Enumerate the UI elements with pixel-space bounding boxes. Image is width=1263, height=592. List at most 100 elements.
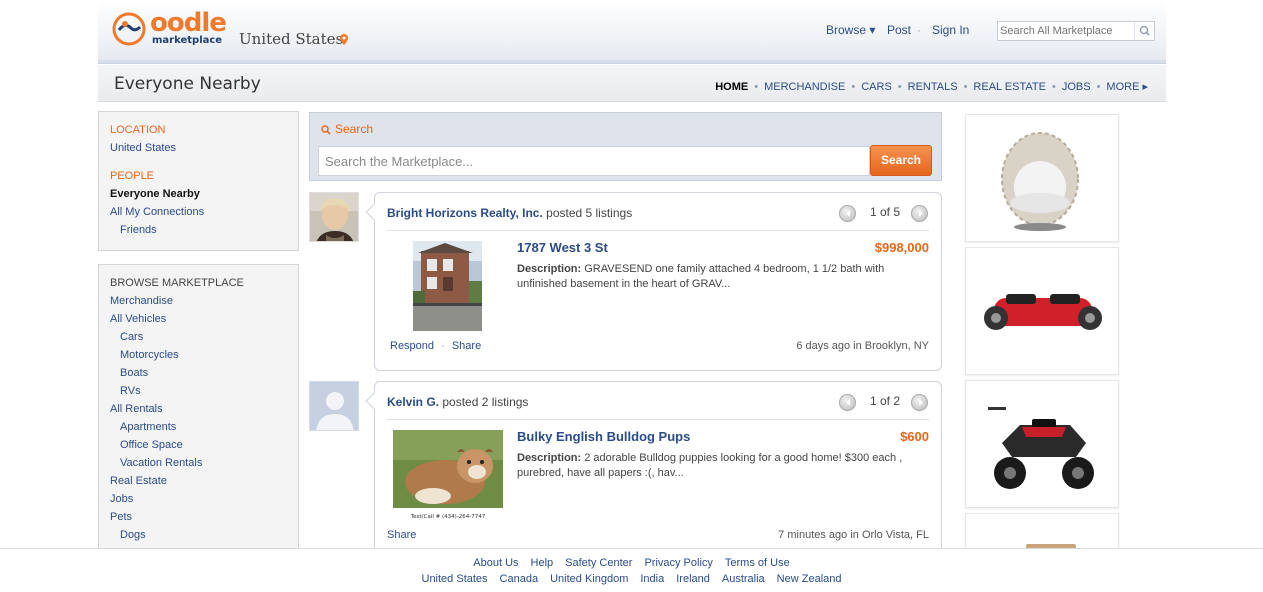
browse-cars[interactable]: Cars (120, 331, 143, 343)
browse-office-space[interactable]: Office Space (120, 439, 183, 451)
posted-count: posted 2 listings (442, 395, 529, 409)
country-australia[interactable]: Australia (722, 573, 765, 585)
card-pointer (365, 203, 383, 221)
browse-jobs[interactable]: Jobs (110, 493, 133, 505)
listing-thumbnail[interactable]: Text/Call # (434)-264-7747 (393, 430, 503, 522)
listing-title[interactable]: Bulky English Bulldog Pups (517, 429, 690, 444)
country-us[interactable]: United States (422, 573, 488, 585)
browse-boats[interactable]: Boats (120, 367, 148, 379)
listing-price: $600 (900, 429, 929, 444)
avatar[interactable] (309, 192, 359, 242)
ad-atv[interactable] (965, 380, 1119, 508)
chevron-left-icon (846, 399, 850, 406)
site-header: oodle marketplace United States Browse ▾… (98, 0, 1166, 60)
location-link[interactable]: United States (110, 142, 176, 154)
ad-egg-chair[interactable] (965, 114, 1119, 242)
browse-real-estate[interactable]: Real Estate (110, 475, 167, 487)
country-selector[interactable]: United States (239, 30, 343, 48)
country-new-zealand[interactable]: New Zealand (777, 573, 842, 585)
footer-about-us[interactable]: About Us (473, 557, 518, 569)
browse-vacation-rentals[interactable]: Vacation Rentals (120, 457, 202, 469)
people-friends[interactable]: Friends (120, 224, 157, 236)
cat-jobs[interactable]: JOBS (1062, 81, 1091, 93)
footer-countries: United States Canada United Kingdom India Ir… (0, 573, 1263, 585)
cat-cars[interactable]: CARS (861, 81, 892, 93)
prev-button[interactable] (839, 394, 856, 411)
listing-title[interactable]: 1787 West 3 St (517, 240, 608, 255)
listing-actions: Respond · Share (390, 340, 481, 352)
country-ireland[interactable]: Ireland (676, 573, 710, 585)
atv-image (988, 407, 1094, 489)
share-link[interactable]: Share (452, 340, 481, 352)
cat-home[interactable]: HOME (715, 81, 748, 93)
location-pin-icon[interactable] (340, 34, 348, 45)
avatar[interactable] (309, 381, 359, 431)
footer-safety-center[interactable]: Safety Center (565, 557, 632, 569)
description-label: Description: (517, 452, 582, 464)
people-all-connections[interactable]: All My Connections (110, 206, 204, 218)
browse-pets[interactable]: Pets (110, 511, 132, 523)
hoverboard-image (984, 294, 1102, 330)
browse-merchandise[interactable]: Merchandise (110, 295, 173, 307)
site-footer: About Us Help Safety Center Privacy Policy T… (0, 548, 1263, 592)
browse-menu[interactable]: Browse ▾ (826, 23, 875, 37)
listing-meta: 7 minutes ago in Orlo Vista, FL (778, 529, 929, 541)
marketplace-search-field[interactable]: Search the Marketplace... (318, 146, 870, 176)
cat-rentals[interactable]: RENTALS (908, 81, 958, 93)
people-everyone-nearby[interactable]: Everyone Nearby (110, 188, 200, 200)
country-canada[interactable]: Canada (500, 573, 539, 585)
sub-header: Everyone Nearby HOME • MERCHANDISE • CARS • RE… (98, 65, 1166, 102)
nav-separator: · (917, 23, 921, 37)
country-uk[interactable]: United Kingdom (550, 573, 628, 585)
browse-motorcycles[interactable]: Motorcycles (120, 349, 179, 361)
browse-apartments[interactable]: Apartments (120, 421, 176, 433)
search-button[interactable]: Search (870, 145, 932, 176)
cat-merchandise[interactable]: MERCHANDISE (764, 81, 845, 93)
poster-name[interactable]: Bright Horizons Realty, Inc. (387, 206, 543, 220)
logo-subtext: marketplace (152, 35, 223, 46)
poster-line: Bright Horizons Realty, Inc. posted 5 li… (387, 206, 632, 220)
next-button[interactable] (911, 394, 928, 411)
marketplace-search-input[interactable] (1000, 23, 1130, 39)
footer-privacy-policy[interactable]: Privacy Policy (644, 557, 712, 569)
listing-thumbnail[interactable] (413, 241, 482, 331)
browse-rvs[interactable]: RVs (120, 385, 141, 397)
search-submit-button[interactable] (1134, 22, 1154, 40)
posted-count: posted 5 listings (546, 206, 633, 220)
default-user-icon (310, 382, 358, 430)
browse-all-vehicles[interactable]: All Vehicles (110, 313, 166, 325)
footer-terms[interactable]: Terms of Use (725, 557, 790, 569)
search-icon (321, 125, 331, 135)
ad-hoverboard[interactable] (965, 247, 1119, 375)
header-divider (98, 60, 1166, 64)
share-link[interactable]: Share (387, 529, 416, 541)
page-title: Everyone Nearby (114, 74, 261, 94)
location-heading: LOCATION (110, 124, 166, 136)
nav-dot: • (1051, 81, 1056, 93)
realtor-avatar-image (310, 193, 358, 241)
ad-partial[interactable] (965, 513, 1119, 553)
listing-price: $998,000 (874, 240, 929, 255)
oodle-logo[interactable]: oodle marketplace (112, 9, 228, 51)
footer-links: About Us Help Safety Center Privacy Policy T… (0, 557, 1263, 569)
browse-dogs[interactable]: Dogs (120, 529, 146, 541)
cat-more[interactable]: MORE ▸ (1106, 80, 1148, 93)
next-button[interactable] (911, 205, 928, 222)
sign-in-link[interactable]: Sign In (932, 23, 969, 37)
browse-all-rentals[interactable]: All Rentals (110, 403, 163, 415)
search-icon (1139, 25, 1150, 36)
prev-button[interactable] (839, 205, 856, 222)
respond-link[interactable]: Respond (390, 340, 434, 352)
house-photo (413, 241, 482, 331)
nav-dot: • (851, 81, 856, 93)
nav-dot: • (1096, 81, 1101, 93)
chevron-right-icon (919, 399, 923, 406)
cat-real-estate[interactable]: REAL ESTATE (973, 81, 1046, 93)
country-india[interactable]: India (640, 573, 664, 585)
footer-help[interactable]: Help (531, 557, 554, 569)
people-heading: PEOPLE (110, 170, 155, 182)
listing-meta: 6 days ago in Brooklyn, NY (796, 340, 929, 352)
chevron-left-icon (846, 210, 850, 217)
post-link[interactable]: Post (887, 23, 911, 37)
poster-name[interactable]: Kelvin G. (387, 395, 439, 409)
